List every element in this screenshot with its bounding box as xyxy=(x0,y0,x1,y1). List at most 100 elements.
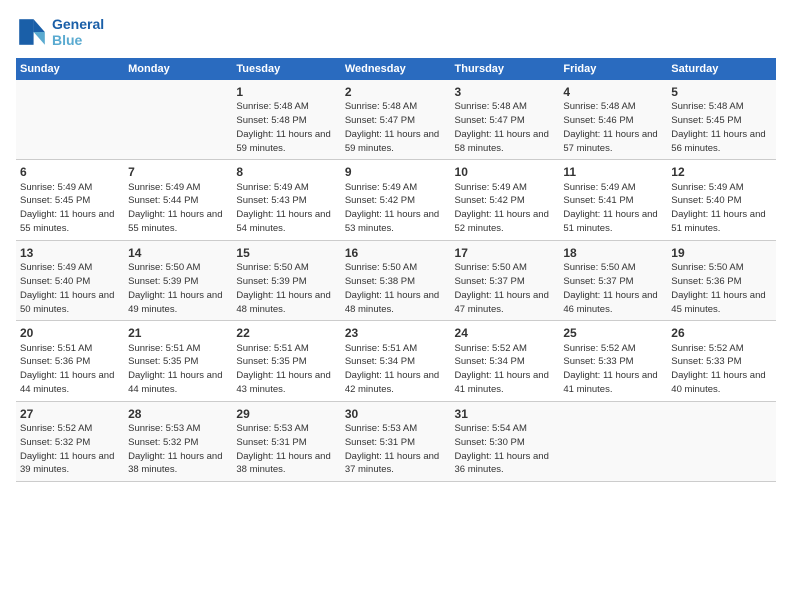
week-row-5: 27Sunrise: 5:52 AM Sunset: 5:32 PM Dayli… xyxy=(16,401,776,481)
calendar-cell xyxy=(559,401,667,481)
day-info: Sunrise: 5:49 AM Sunset: 5:43 PM Dayligh… xyxy=(236,182,330,234)
day-number: 26 xyxy=(671,325,772,341)
calendar-cell: 22Sunrise: 5:51 AM Sunset: 5:35 PM Dayli… xyxy=(232,321,340,401)
calendar-cell: 27Sunrise: 5:52 AM Sunset: 5:32 PM Dayli… xyxy=(16,401,124,481)
calendar-cell: 11Sunrise: 5:49 AM Sunset: 5:41 PM Dayli… xyxy=(559,160,667,240)
calendar-cell: 21 Sunrise: 5:51 AM Sunset: 5:35 PM Dayli… xyxy=(124,321,232,401)
day-number: 6 xyxy=(20,164,120,180)
day-info: Sunrise: 5:53 AM Sunset: 5:31 PM Dayligh… xyxy=(345,423,439,475)
calendar-table: SundayMondayTuesdayWednesdayThursdayFrid… xyxy=(16,58,776,482)
day-number: 31 xyxy=(455,406,556,422)
logo-icon xyxy=(16,16,48,48)
day-info: Sunrise: 5:50 AM Sunset: 5:37 PM Dayligh… xyxy=(455,262,549,314)
calendar-cell: 1Sunrise: 5:48 AM Sunset: 5:48 PM Daylig… xyxy=(232,80,340,160)
day-info: Sunrise: 5:49 AM Sunset: 5:44 PM Dayligh… xyxy=(128,182,222,234)
day-number: 4 xyxy=(563,84,663,100)
week-row-4: 20Sunrise: 5:51 AM Sunset: 5:36 PM Dayli… xyxy=(16,321,776,401)
day-info: Sunrise: 5:52 AM Sunset: 5:33 PM Dayligh… xyxy=(563,343,657,395)
calendar-cell: 10 Sunrise: 5:49 AM Sunset: 5:42 PM Dayli… xyxy=(451,160,560,240)
week-row-2: 6 Sunrise: 5:49 AM Sunset: 5:45 PM Daylig… xyxy=(16,160,776,240)
header-cell-thursday: Thursday xyxy=(451,58,560,80)
calendar-cell: 7 Sunrise: 5:49 AM Sunset: 5:44 PM Daylig… xyxy=(124,160,232,240)
day-info: Sunrise: 5:49 AM Sunset: 5:40 PM Dayligh… xyxy=(671,182,765,234)
header-row: SundayMondayTuesdayWednesdayThursdayFrid… xyxy=(16,58,776,80)
week-row-1: 1Sunrise: 5:48 AM Sunset: 5:48 PM Daylig… xyxy=(16,80,776,160)
calendar-cell: 30Sunrise: 5:53 AM Sunset: 5:31 PM Dayli… xyxy=(341,401,451,481)
day-info: Sunrise: 5:49 AM Sunset: 5:42 PM Dayligh… xyxy=(455,182,549,234)
day-number: 9 xyxy=(345,164,447,180)
calendar-cell: 16Sunrise: 5:50 AM Sunset: 5:38 PM Dayli… xyxy=(341,240,451,320)
calendar-cell: 28Sunrise: 5:53 AM Sunset: 5:32 PM Dayli… xyxy=(124,401,232,481)
calendar-cell: 23 Sunrise: 5:51 AM Sunset: 5:34 PM Dayli… xyxy=(341,321,451,401)
header-cell-saturday: Saturday xyxy=(667,58,776,80)
day-info: Sunrise: 5:52 AM Sunset: 5:32 PM Dayligh… xyxy=(20,423,114,475)
day-number: 5 xyxy=(671,84,772,100)
calendar-cell: 18Sunrise: 5:50 AM Sunset: 5:37 PM Dayli… xyxy=(559,240,667,320)
day-number: 8 xyxy=(236,164,336,180)
day-number: 18 xyxy=(563,245,663,261)
day-number: 30 xyxy=(345,406,447,422)
day-number: 16 xyxy=(345,245,447,261)
day-number: 21 xyxy=(128,325,228,341)
day-info: Sunrise: 5:48 AM Sunset: 5:47 PM Dayligh… xyxy=(345,101,439,153)
day-info: Sunrise: 5:48 AM Sunset: 5:48 PM Dayligh… xyxy=(236,101,330,153)
calendar-cell: 9 Sunrise: 5:49 AM Sunset: 5:42 PM Daylig… xyxy=(341,160,451,240)
calendar-cell: 8 Sunrise: 5:49 AM Sunset: 5:43 PM Daylig… xyxy=(232,160,340,240)
calendar-cell: 15Sunrise: 5:50 AM Sunset: 5:39 PM Dayli… xyxy=(232,240,340,320)
calendar-cell: 13Sunrise: 5:49 AM Sunset: 5:40 PM Dayli… xyxy=(16,240,124,320)
day-info: Sunrise: 5:48 AM Sunset: 5:46 PM Dayligh… xyxy=(563,101,657,153)
header: General Blue xyxy=(16,16,776,48)
day-number: 12 xyxy=(671,164,772,180)
day-info: Sunrise: 5:50 AM Sunset: 5:39 PM Dayligh… xyxy=(128,262,222,314)
calendar-cell: 25 Sunrise: 5:52 AM Sunset: 5:33 PM Dayli… xyxy=(559,321,667,401)
calendar-cell: 19Sunrise: 5:50 AM Sunset: 5:36 PM Dayli… xyxy=(667,240,776,320)
calendar-cell: 5Sunrise: 5:48 AM Sunset: 5:45 PM Daylig… xyxy=(667,80,776,160)
day-info: Sunrise: 5:51 AM Sunset: 5:36 PM Dayligh… xyxy=(20,343,114,395)
calendar-cell: 12 Sunrise: 5:49 AM Sunset: 5:40 PM Dayli… xyxy=(667,160,776,240)
day-info: Sunrise: 5:50 AM Sunset: 5:39 PM Dayligh… xyxy=(236,262,330,314)
calendar-body: 1Sunrise: 5:48 AM Sunset: 5:48 PM Daylig… xyxy=(16,80,776,482)
header-cell-tuesday: Tuesday xyxy=(232,58,340,80)
calendar-cell: 4Sunrise: 5:48 AM Sunset: 5:46 PM Daylig… xyxy=(559,80,667,160)
day-number: 25 xyxy=(563,325,663,341)
week-row-3: 13Sunrise: 5:49 AM Sunset: 5:40 PM Dayli… xyxy=(16,240,776,320)
calendar-cell: 6 Sunrise: 5:49 AM Sunset: 5:45 PM Daylig… xyxy=(16,160,124,240)
day-number: 17 xyxy=(455,245,556,261)
day-number: 19 xyxy=(671,245,772,261)
day-info: Sunrise: 5:52 AM Sunset: 5:33 PM Dayligh… xyxy=(671,343,765,395)
calendar-cell: 17Sunrise: 5:50 AM Sunset: 5:37 PM Dayli… xyxy=(451,240,560,320)
calendar-cell: 26 Sunrise: 5:52 AM Sunset: 5:33 PM Dayli… xyxy=(667,321,776,401)
day-info: Sunrise: 5:53 AM Sunset: 5:32 PM Dayligh… xyxy=(128,423,222,475)
header-cell-friday: Friday xyxy=(559,58,667,80)
day-number: 3 xyxy=(455,84,556,100)
calendar-cell: 14Sunrise: 5:50 AM Sunset: 5:39 PM Dayli… xyxy=(124,240,232,320)
day-number: 11 xyxy=(563,164,663,180)
day-number: 2 xyxy=(345,84,447,100)
day-number: 10 xyxy=(455,164,556,180)
logo: General Blue xyxy=(16,16,104,48)
day-number: 27 xyxy=(20,406,120,422)
day-info: Sunrise: 5:51 AM Sunset: 5:35 PM Dayligh… xyxy=(128,343,222,395)
day-info: Sunrise: 5:49 AM Sunset: 5:42 PM Dayligh… xyxy=(345,182,439,234)
day-number: 13 xyxy=(20,245,120,261)
calendar-cell xyxy=(667,401,776,481)
day-number: 28 xyxy=(128,406,228,422)
calendar-cell: 3Sunrise: 5:48 AM Sunset: 5:47 PM Daylig… xyxy=(451,80,560,160)
day-number: 22 xyxy=(236,325,336,341)
day-info: Sunrise: 5:52 AM Sunset: 5:34 PM Dayligh… xyxy=(455,343,549,395)
day-number: 29 xyxy=(236,406,336,422)
day-info: Sunrise: 5:48 AM Sunset: 5:47 PM Dayligh… xyxy=(455,101,549,153)
calendar-cell: 20Sunrise: 5:51 AM Sunset: 5:36 PM Dayli… xyxy=(16,321,124,401)
calendar-cell xyxy=(16,80,124,160)
calendar-cell xyxy=(124,80,232,160)
day-number: 1 xyxy=(236,84,336,100)
day-number: 7 xyxy=(128,164,228,180)
day-info: Sunrise: 5:53 AM Sunset: 5:31 PM Dayligh… xyxy=(236,423,330,475)
day-number: 24 xyxy=(455,325,556,341)
day-info: Sunrise: 5:51 AM Sunset: 5:34 PM Dayligh… xyxy=(345,343,439,395)
day-info: Sunrise: 5:48 AM Sunset: 5:45 PM Dayligh… xyxy=(671,101,765,153)
day-info: Sunrise: 5:49 AM Sunset: 5:45 PM Dayligh… xyxy=(20,182,114,234)
calendar-cell: 24 Sunrise: 5:52 AM Sunset: 5:34 PM Dayli… xyxy=(451,321,560,401)
day-info: Sunrise: 5:49 AM Sunset: 5:40 PM Dayligh… xyxy=(20,262,114,314)
day-number: 23 xyxy=(345,325,447,341)
